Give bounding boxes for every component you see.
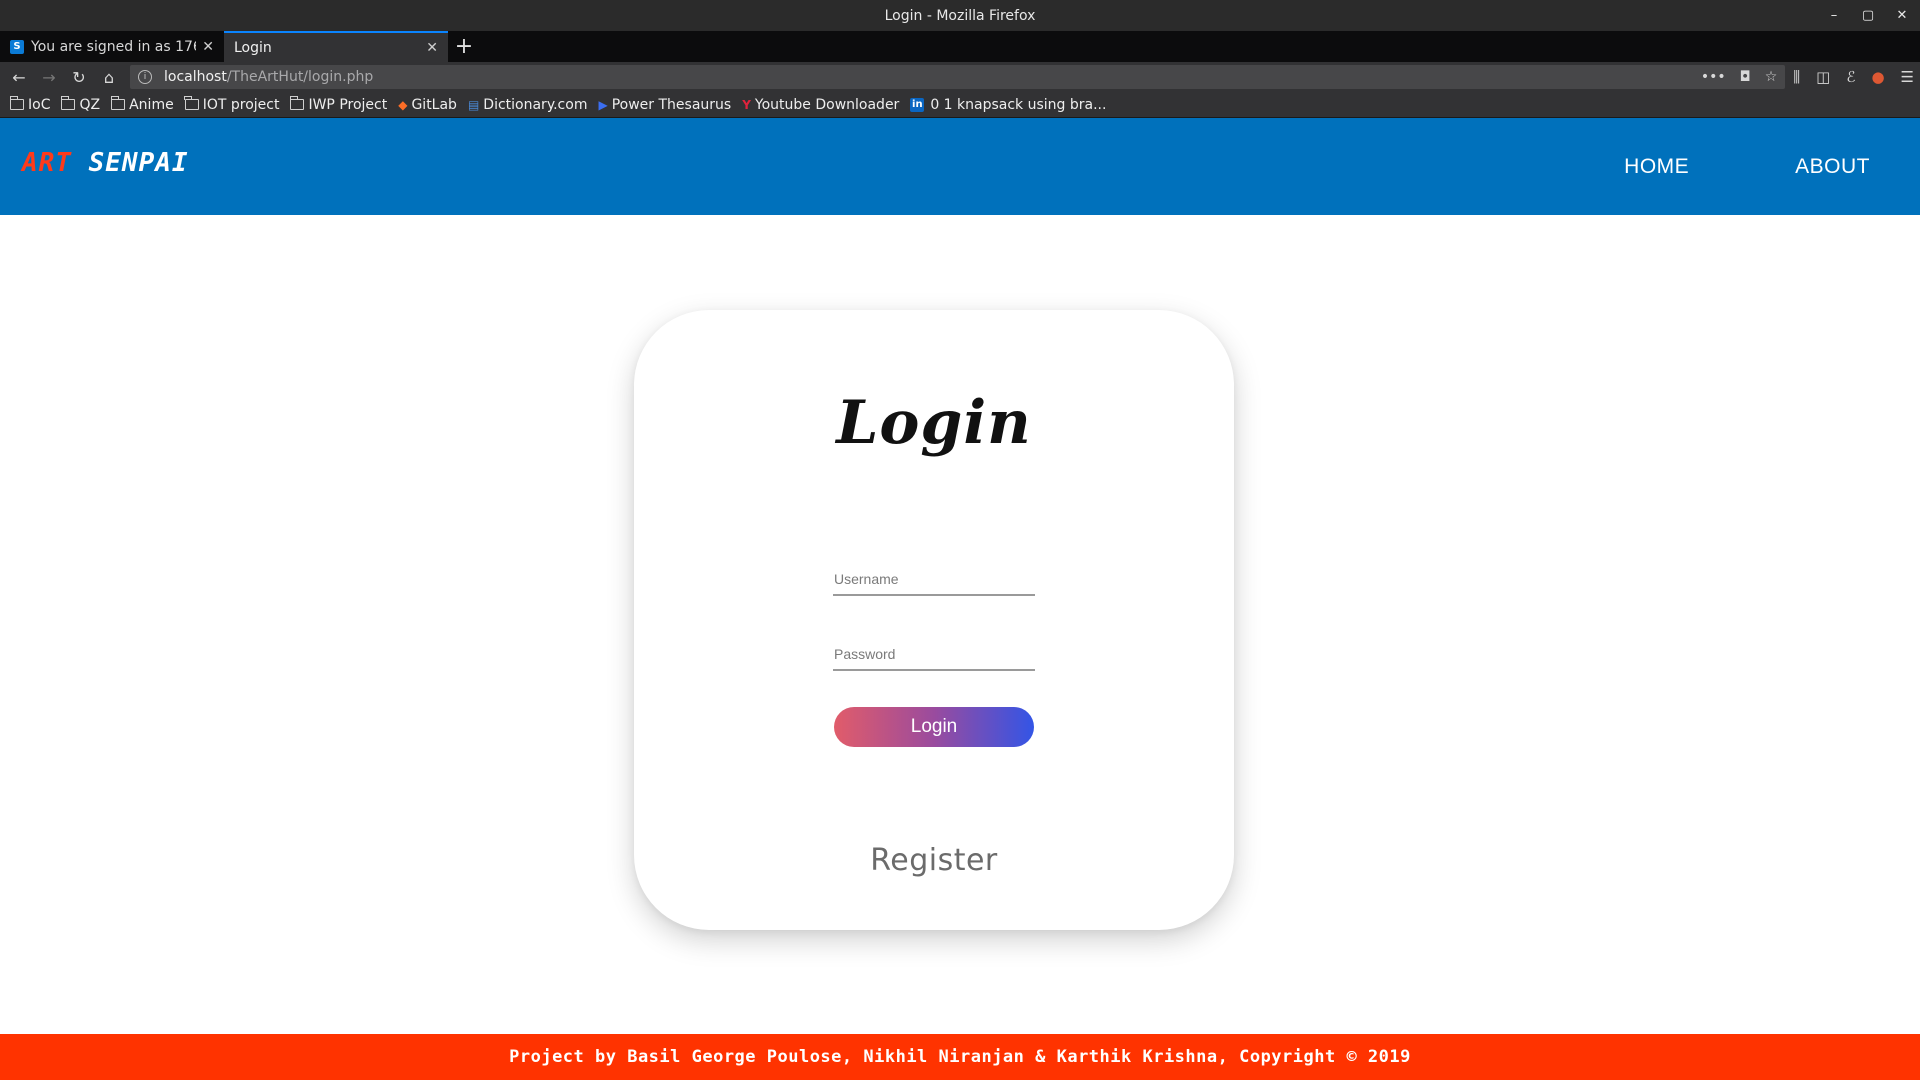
maximize-button[interactable]: ▢ <box>1860 8 1876 24</box>
folder-icon <box>9 96 24 110</box>
bookmark-label: IWP Project <box>308 96 388 113</box>
folder-icon <box>110 96 126 110</box>
url-actions: ••• ◘ ☆ <box>1701 69 1777 85</box>
forward-button[interactable]: → <box>36 64 62 90</box>
site-header: ART SENPAI HOME ABOUT <box>0 118 1920 215</box>
folder-icon <box>184 96 199 110</box>
bookmark-youtube-downloader[interactable]: Y Youtube Downloader <box>742 97 899 113</box>
logo-art-text: ART <box>22 148 72 178</box>
site-logo[interactable]: ART SENPAI <box>22 148 189 178</box>
bookmark-star-icon[interactable]: ☆ <box>1765 69 1778 85</box>
tab-signed-in[interactable]: S You are signed in as 1761 ✕ <box>0 31 224 62</box>
arrow-left-icon: ← <box>12 67 26 87</box>
bookmark-gitlab[interactable]: ◆ GitLab <box>398 97 457 113</box>
window-controls: – ▢ ✕ <box>1826 0 1910 31</box>
duckduckgo-icon[interactable]: ● <box>1871 68 1884 86</box>
folder-icon <box>60 96 76 110</box>
footer-text: Project by Basil George Poulose, Nikhil … <box>509 1047 1411 1067</box>
library-icon[interactable]: ⫼ <box>1793 68 1800 86</box>
login-button[interactable]: Login <box>834 707 1034 747</box>
menu-icon[interactable]: ☰ <box>1901 68 1914 86</box>
reload-icon: ↻ <box>72 67 86 87</box>
nav-home-link[interactable]: HOME <box>1624 155 1689 179</box>
site-nav: HOME ABOUT <box>1518 118 1870 215</box>
dictionary-icon: ▤ <box>467 97 480 112</box>
tab-bar: S You are signed in as 1761 ✕ Login ✕ + <box>0 31 1920 62</box>
bookmark-ioc[interactable]: IoC <box>9 96 51 113</box>
info-icon[interactable]: i <box>138 70 152 84</box>
new-tab-button[interactable]: + <box>448 31 480 62</box>
plus-icon: + <box>454 34 474 59</box>
bookmark-label: GitLab <box>411 96 457 113</box>
bookmark-qz[interactable]: QZ <box>60 96 101 113</box>
bookmark-label: IOT project <box>202 96 280 113</box>
home-icon: ⌂ <box>103 67 115 87</box>
bookmark-label: Dictionary.com <box>483 96 588 113</box>
bookmark-label: IoC <box>28 96 51 113</box>
bookmark-label: Power Thesaurus <box>611 96 732 113</box>
window-titlebar: Login - Mozilla Firefox – ▢ ✕ <box>0 0 1920 31</box>
navigation-toolbar: ← → ↻ ⌂ i localhost/TheArtHut/login.php … <box>0 62 1920 92</box>
url-host: localhost <box>164 69 227 85</box>
gitlab-icon: ◆ <box>398 97 408 112</box>
site-footer: Project by Basil George Poulose, Nikhil … <box>0 1034 1920 1080</box>
bookmark-anime[interactable]: Anime <box>110 96 174 113</box>
bookmark-power-thesaurus[interactable]: ▶ Power Thesaurus <box>598 97 731 113</box>
tab-login[interactable]: Login ✕ <box>224 31 448 62</box>
bookmark-knapsack[interactable]: in 0 1 knapsack using bra... <box>910 97 1106 113</box>
login-card: Login Login Register <box>634 310 1234 930</box>
bookmark-iot-project[interactable]: IOT project <box>184 96 280 113</box>
password-input[interactable] <box>833 639 1035 671</box>
bookmark-label: Youtube Downloader <box>754 96 900 113</box>
pocket-icon[interactable]: ◘ <box>1740 69 1751 85</box>
bookmarks-toolbar: IoC QZ Anime IOT project IWP Project ◆ G… <box>0 92 1920 118</box>
page-actions-icon[interactable]: ••• <box>1701 69 1726 85</box>
close-tab-icon[interactable]: ✕ <box>202 39 214 55</box>
login-heading: Login <box>836 388 1032 458</box>
logo-senpai-text: SENPAI <box>88 148 189 178</box>
power-thesaurus-icon: ▶ <box>598 97 608 112</box>
register-link[interactable]: Register <box>634 843 1234 878</box>
close-window-button[interactable]: ✕ <box>1894 8 1910 24</box>
close-tab-icon[interactable]: ✕ <box>426 40 438 56</box>
tab-label: Login <box>234 39 272 56</box>
minimize-button[interactable]: – <box>1826 8 1842 24</box>
toolbar-icons: ⫼ ◫ ℰ ● ☰ <box>1793 68 1914 86</box>
back-button[interactable]: ← <box>6 64 32 90</box>
url-bar[interactable]: i localhost/TheArtHut/login.php ••• ◘ ☆ <box>130 65 1786 89</box>
arrow-right-icon: → <box>42 67 56 87</box>
username-input[interactable] <box>833 564 1035 596</box>
linkedin-icon: in <box>910 97 925 112</box>
bookmark-dictionary[interactable]: ▤ Dictionary.com <box>468 97 588 113</box>
nav-about-link[interactable]: ABOUT <box>1795 155 1870 179</box>
bookmark-iwp-project[interactable]: IWP Project <box>289 96 388 113</box>
site-favicon-icon: S <box>10 39 24 54</box>
extension-icon[interactable]: ℰ <box>1846 68 1855 86</box>
home-button[interactable]: ⌂ <box>96 64 122 90</box>
bookmark-label: 0 1 knapsack using bra... <box>930 96 1107 113</box>
folder-icon <box>289 96 305 110</box>
bookmark-label: Anime <box>129 96 174 113</box>
sidebar-icon[interactable]: ◫ <box>1816 68 1830 86</box>
bookmark-label: QZ <box>79 96 101 113</box>
reload-button[interactable]: ↻ <box>66 64 92 90</box>
tab-label: You are signed in as 1761 <box>31 38 197 55</box>
youtube-downloader-icon: Y <box>742 97 751 112</box>
window-title: Login - Mozilla Firefox <box>884 7 1036 24</box>
url-path: /TheArtHut/login.php <box>226 69 374 85</box>
